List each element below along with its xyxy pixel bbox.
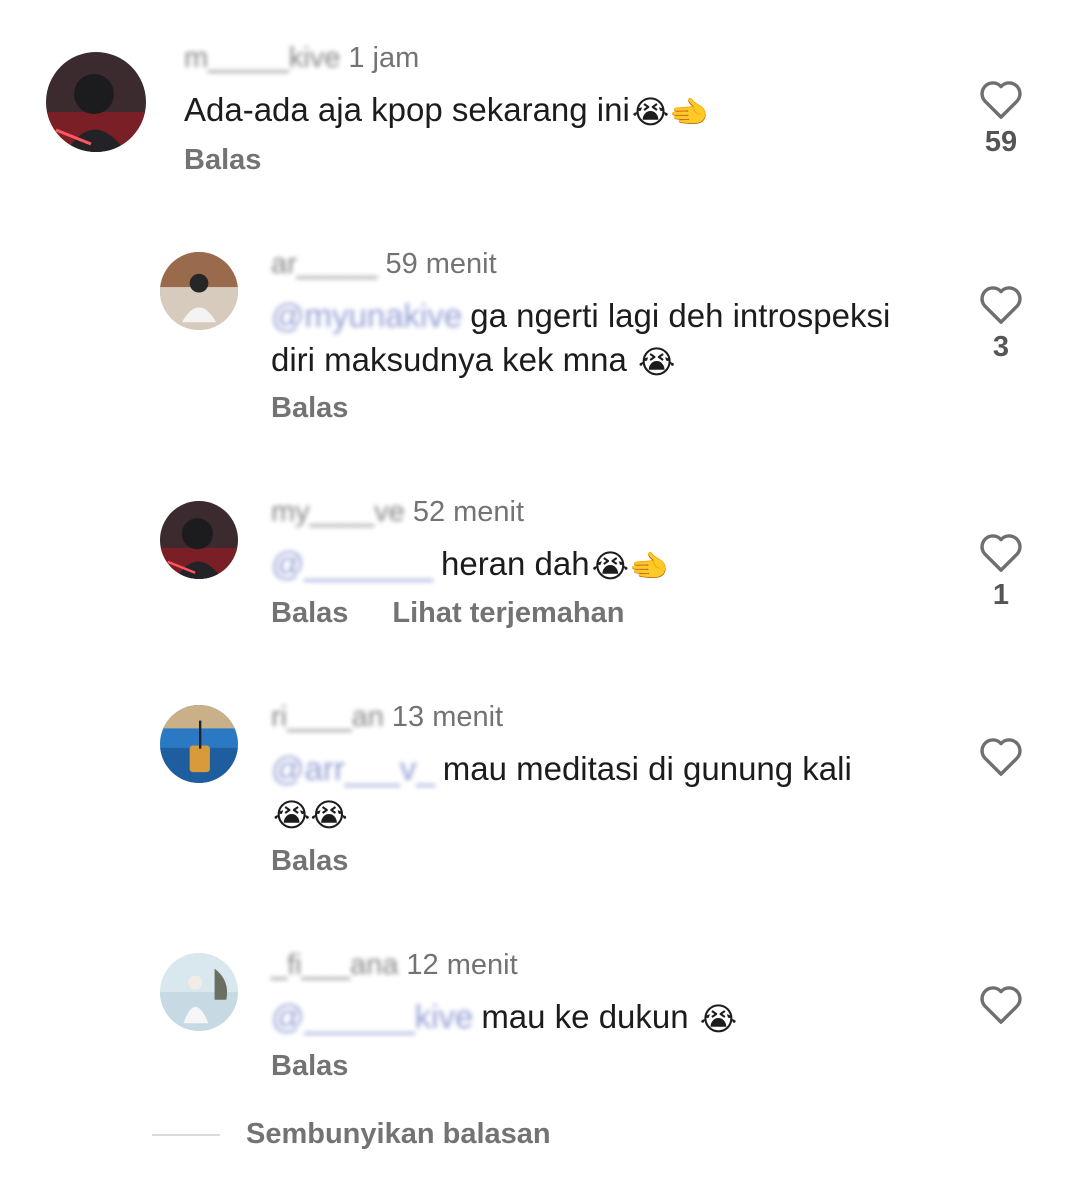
like-button[interactable]: 1 <box>971 531 1031 612</box>
emoji: 😭🫲 <box>591 548 669 584</box>
see-translation-button[interactable]: Lihat terjemahan <box>392 597 624 629</box>
comment-meta: my____ve 52 menit <box>271 496 524 529</box>
username[interactable]: ar_____ <box>271 248 377 281</box>
reply-button[interactable]: Balas <box>184 144 261 176</box>
timestamp: 13 menit <box>391 701 504 733</box>
comment-actions: Balas <box>184 144 305 177</box>
comment-body: Ada-ada aja kpop sekarang ini <box>184 91 630 128</box>
timestamp: 52 menit <box>412 496 525 528</box>
username[interactable]: _fi___ana <box>271 949 398 982</box>
like-button[interactable] <box>971 735 1031 783</box>
comment-meta: m_____kive 1 jam <box>184 42 419 75</box>
mention[interactable]: @______kive <box>271 995 473 1039</box>
timestamp: 59 menit <box>385 248 497 280</box>
comment-actions: Balas <box>271 845 392 878</box>
like-button[interactable] <box>971 983 1031 1031</box>
comment-body: mau meditasi di gunung kali <box>442 750 852 787</box>
emoji: 😭 <box>699 1001 738 1037</box>
avatar[interactable] <box>160 501 238 579</box>
timestamp: 12 menit <box>406 949 518 981</box>
comment-actions: Balas Lihat terjemahan <box>271 597 668 630</box>
username[interactable]: ri____an <box>271 701 384 734</box>
comment-text: @_______ heran dah😭🫲 <box>271 542 911 588</box>
like-button[interactable]: 3 <box>971 283 1031 364</box>
comment-text: @arr___v_ mau meditasi di gunung kali 😭😭 <box>271 747 931 837</box>
like-count: 1 <box>992 579 1010 611</box>
hide-replies-label: Sembunyikan balasan <box>246 1118 551 1150</box>
heart-outline-icon <box>980 986 1022 1024</box>
heart-outline-icon <box>980 534 1022 572</box>
mention[interactable]: @arr___v_ <box>271 747 435 791</box>
comment-text: @myunakive ga ngerti lagi deh introspeksi… <box>271 294 911 384</box>
comment-actions: Balas <box>271 392 392 425</box>
reply-button[interactable]: Balas <box>271 1050 348 1082</box>
username[interactable]: my____ve <box>271 496 405 529</box>
username[interactable]: m_____kive <box>184 42 340 75</box>
comment-text: Ada-ada aja kpop sekarang ini😭🫲 <box>184 88 904 134</box>
like-count: 59 <box>984 126 1018 158</box>
reply-button[interactable]: Balas <box>271 392 348 424</box>
mention[interactable]: @myunakive <box>271 294 462 338</box>
heart-outline-icon <box>980 286 1022 324</box>
avatar[interactable] <box>160 953 238 1031</box>
heart-outline-icon <box>980 81 1022 119</box>
divider-line <box>152 1134 220 1136</box>
comment-actions: Balas <box>271 1050 392 1083</box>
avatar[interactable] <box>46 52 146 152</box>
like-button[interactable]: 59 <box>971 78 1031 159</box>
comment-body: heran dah <box>440 545 590 582</box>
heart-outline-icon <box>980 738 1022 776</box>
comment-meta: ri____an 13 menit <box>271 701 503 734</box>
avatar[interactable] <box>160 252 238 330</box>
comment-meta: _fi___ana 12 menit <box>271 949 518 982</box>
timestamp: 1 jam <box>348 42 420 74</box>
comment-body: mau ke dukun <box>481 998 689 1035</box>
mention[interactable]: @_______ <box>271 542 433 586</box>
reply-button[interactable]: Balas <box>271 597 348 629</box>
reply-button[interactable]: Balas <box>271 845 348 877</box>
comment-text: @______kive mau ke dukun 😭 <box>271 995 911 1041</box>
like-count: 3 <box>992 331 1010 363</box>
emoji: 😭🫲 <box>631 94 710 130</box>
comment-meta: ar_____ 59 menit <box>271 248 497 281</box>
emoji: 😭 <box>638 344 676 380</box>
emoji: 😭😭 <box>273 797 348 833</box>
avatar[interactable] <box>160 705 238 783</box>
